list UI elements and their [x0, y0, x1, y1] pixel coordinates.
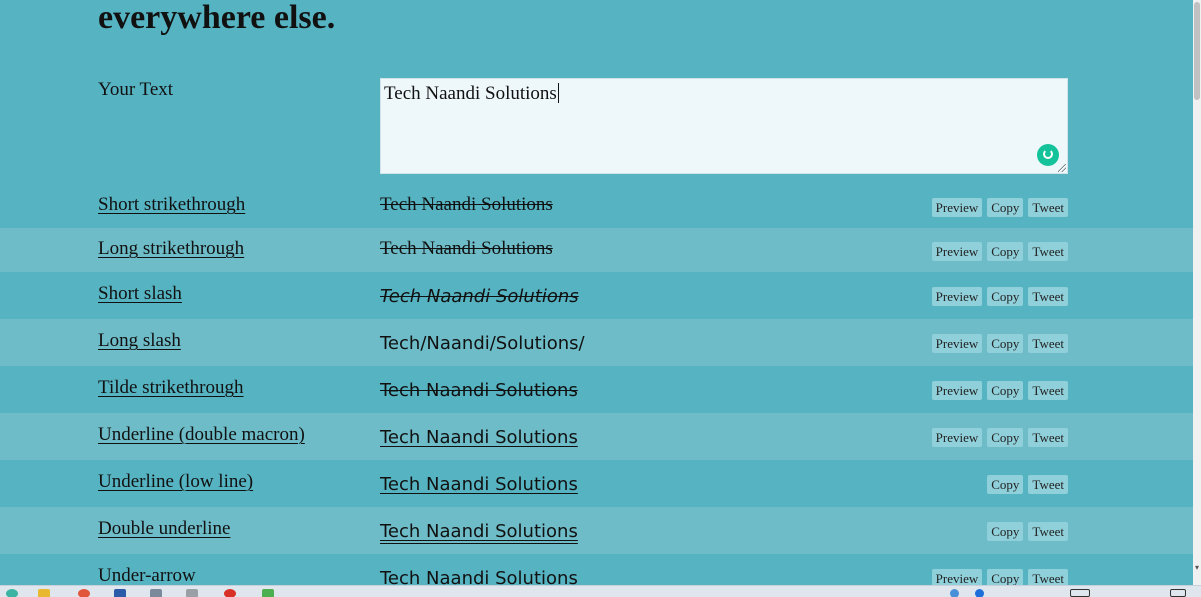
row-label[interactable]: Long slash: [98, 330, 181, 352]
chrome-icon[interactable]: [224, 589, 236, 597]
textarea-value-text: Tech Naandi Solutions: [384, 83, 557, 104]
row-label[interactable]: Underline (low line): [98, 471, 253, 493]
row-label[interactable]: Short strikethrough: [98, 194, 245, 216]
taskbar: [0, 585, 1201, 597]
app-icon[interactable]: [6, 589, 18, 597]
preview-button[interactable]: Preview: [931, 569, 983, 585]
row-actions: Preview Copy Tweet: [931, 198, 1068, 217]
style-row-short-slash: Short slash Tech Naandi Solutions Previe…: [0, 272, 1193, 319]
page-heading: everywhere else.: [98, 0, 336, 36]
tweet-button[interactable]: Tweet: [1028, 428, 1068, 447]
tweet-button[interactable]: Tweet: [1028, 381, 1068, 400]
input-row: Your Text Tech Naandi Solutions: [0, 70, 1193, 184]
copy-button[interactable]: Copy: [987, 569, 1024, 585]
grammarly-icon[interactable]: [1037, 144, 1059, 166]
row-result: Tech/Naandi/Solutions/: [380, 333, 585, 354]
tweet-button[interactable]: Tweet: [1028, 334, 1068, 353]
row-result: Tech Naandi Solutions: [380, 427, 578, 448]
folder-icon[interactable]: [38, 589, 50, 597]
row-actions: Preview Copy Tweet: [931, 569, 1068, 585]
tweet-button[interactable]: Tweet: [1028, 475, 1068, 494]
row-label[interactable]: Double underline: [98, 518, 230, 540]
preview-button[interactable]: Preview: [931, 428, 983, 447]
row-label[interactable]: Under-arrow: [98, 565, 196, 585]
row-result: Tech Naandi Solutions: [380, 568, 578, 585]
style-row-long-slash: Long slash Tech/Naandi/Solutions/ Previe…: [0, 319, 1193, 366]
style-row-short-strikethrough: Short strikethrough Tech Naandi Solution…: [0, 184, 1193, 228]
style-row-long-strikethrough: Long strikethrough Tech Naandi Solutions…: [0, 228, 1193, 272]
tweet-button[interactable]: Tweet: [1028, 522, 1068, 541]
row-actions: Copy Tweet: [987, 522, 1068, 541]
app-icon[interactable]: [114, 589, 126, 597]
row-result: Tech Naandi Solutions: [380, 238, 553, 259]
row-result: Tech Naandi Solutions: [380, 286, 579, 307]
row-result: Tech Naandi Solutions: [380, 474, 578, 495]
row-actions: Copy Tweet: [987, 475, 1068, 494]
your-text-textarea[interactable]: Tech Naandi Solutions: [380, 78, 1068, 174]
text-caret: [557, 83, 559, 103]
tweet-button[interactable]: Tweet: [1028, 569, 1068, 585]
tweet-button[interactable]: Tweet: [1028, 242, 1068, 261]
keyboard-icon[interactable]: [1070, 589, 1090, 597]
copy-button[interactable]: Copy: [987, 198, 1024, 217]
preview-button[interactable]: Preview: [931, 242, 983, 261]
copy-button[interactable]: Copy: [987, 242, 1024, 261]
app-icon[interactable]: [186, 589, 198, 597]
row-actions: Preview Copy Tweet: [931, 287, 1068, 306]
row-label[interactable]: Underline (double macron): [98, 424, 305, 446]
row-actions: Preview Copy Tweet: [931, 334, 1068, 353]
row-result: Tech Naandi Solutions: [380, 380, 578, 401]
notification-icon[interactable]: [1170, 589, 1186, 597]
copy-button[interactable]: Copy: [987, 287, 1024, 306]
style-row-tilde-strikethrough: Tilde strikethrough Tech Naandi Solution…: [0, 366, 1193, 413]
your-text-label: Your Text: [98, 79, 174, 100]
style-row-double-underline: Double underline Tech Naandi Solutions C…: [0, 507, 1193, 554]
copy-button[interactable]: Copy: [987, 381, 1024, 400]
row-result: Tech Naandi Solutions: [380, 194, 553, 215]
row-label[interactable]: Tilde strikethrough: [98, 377, 244, 399]
row-result: Tech Naandi Solutions: [380, 521, 578, 542]
copy-button[interactable]: Copy: [987, 522, 1024, 541]
copy-button[interactable]: Copy: [987, 334, 1024, 353]
resize-handle-icon[interactable]: [1058, 164, 1066, 172]
style-row-underline-low-line: Underline (low line) Tech Naandi Solutio…: [0, 460, 1193, 507]
preview-button[interactable]: Preview: [931, 381, 983, 400]
row-label[interactable]: Short slash: [98, 283, 182, 305]
row-actions: Preview Copy Tweet: [931, 428, 1068, 447]
row-label[interactable]: Long strikethrough: [98, 238, 244, 260]
tray-icon[interactable]: [975, 589, 984, 597]
tweet-button[interactable]: Tweet: [1028, 198, 1068, 217]
style-row-under-arrow: Under-arrow Tech Naandi Solutions Previe…: [0, 554, 1193, 585]
preview-button[interactable]: Preview: [931, 334, 983, 353]
tray-icon[interactable]: [950, 589, 959, 597]
copy-button[interactable]: Copy: [987, 475, 1024, 494]
app-icon[interactable]: [150, 589, 162, 597]
preview-button[interactable]: Preview: [931, 198, 983, 217]
row-actions: Preview Copy Tweet: [931, 381, 1068, 400]
vertical-scrollbar[interactable]: ▾: [1193, 0, 1201, 585]
tweet-button[interactable]: Tweet: [1028, 287, 1068, 306]
style-row-underline-double-macron: Underline (double macron) Tech Naandi So…: [0, 413, 1193, 460]
preview-button[interactable]: Preview: [931, 287, 983, 306]
scrollbar-thumb[interactable]: [1194, 2, 1200, 100]
chevron-down-icon[interactable]: ▾: [1193, 563, 1201, 573]
textarea-value: Tech Naandi Solutions: [384, 83, 559, 105]
app-icon[interactable]: [78, 589, 90, 597]
row-actions: Preview Copy Tweet: [931, 242, 1068, 261]
copy-button[interactable]: Copy: [987, 428, 1024, 447]
app-icon[interactable]: [262, 589, 274, 597]
